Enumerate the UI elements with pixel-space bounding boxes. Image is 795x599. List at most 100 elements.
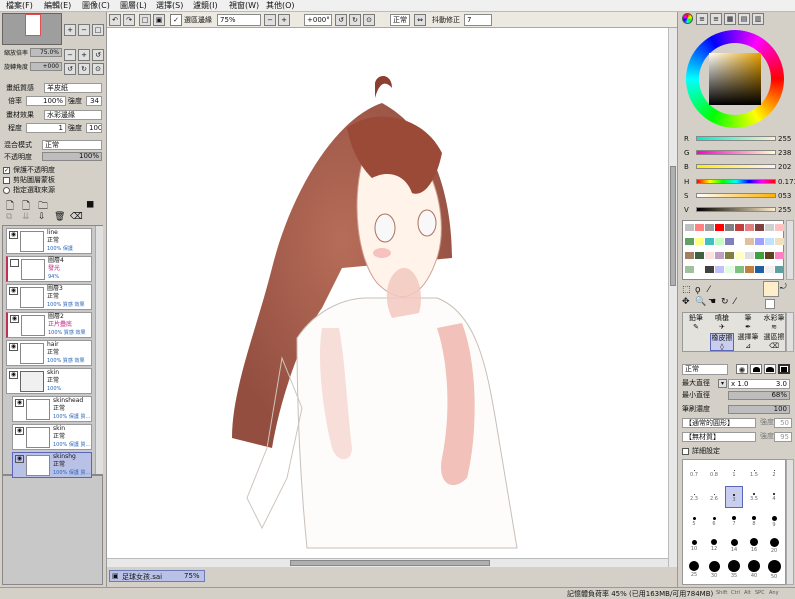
brush-shape-select[interactable]: 【通常的圓形】 bbox=[682, 418, 756, 428]
menu-others[interactable]: 其他(O) bbox=[266, 0, 295, 12]
hand-icon[interactable]: ☚ bbox=[708, 297, 716, 307]
visibility-eye-icon[interactable]: ◉ bbox=[15, 427, 24, 435]
nav-zoom-minus-icon[interactable]: − bbox=[64, 49, 76, 61]
green-slider[interactable] bbox=[696, 150, 776, 155]
color-swatch[interactable] bbox=[765, 224, 774, 231]
brush-edge-soft-icon[interactable] bbox=[736, 364, 748, 374]
brush-size-option[interactable]: 50 bbox=[765, 558, 783, 580]
brush-mode-select[interactable]: 正常 bbox=[682, 364, 728, 375]
menu-file[interactable]: 檔案(F) bbox=[6, 0, 33, 12]
visibility-eye-icon[interactable]: ◉ bbox=[9, 287, 18, 295]
select-edge-checkbox[interactable]: ✓ bbox=[170, 14, 182, 26]
color-swatch[interactable] bbox=[755, 266, 764, 273]
magic-wand-icon[interactable]: ⁄ bbox=[708, 285, 710, 295]
brush-size-option[interactable]: 40 bbox=[745, 558, 763, 580]
brush-size-option[interactable]: 3.5 bbox=[745, 486, 763, 508]
rotate-reset-icon[interactable]: ⊙ bbox=[363, 14, 375, 26]
angle-select[interactable]: +000° bbox=[304, 14, 332, 26]
merge-down-icon[interactable]: ⇊ bbox=[22, 212, 30, 222]
nav-zoom-in-icon[interactable]: + bbox=[64, 24, 76, 36]
zoom-tool-icon[interactable]: 🔍 bbox=[695, 297, 706, 307]
layer-row[interactable]: ◉ skin 正常 100% 保護 質... bbox=[12, 424, 92, 450]
color-swatch[interactable] bbox=[745, 238, 754, 245]
swatch-scrollbar[interactable] bbox=[786, 220, 794, 280]
min-size-slider[interactable]: 68% bbox=[728, 391, 790, 400]
zoom-in-icon[interactable]: + bbox=[278, 14, 290, 26]
zoom-select[interactable]: 75% bbox=[217, 14, 261, 26]
color-swatch[interactable] bbox=[775, 252, 784, 259]
brush-size-scrollbar[interactable] bbox=[786, 459, 794, 585]
texture-strength-field[interactable]: 95 bbox=[774, 432, 792, 442]
zoom-out-icon[interactable]: − bbox=[264, 14, 276, 26]
color-swatch[interactable] bbox=[775, 266, 784, 273]
color-swatch[interactable] bbox=[685, 224, 694, 231]
blue-slider[interactable] bbox=[696, 164, 776, 169]
color-swatch[interactable] bbox=[725, 238, 734, 245]
nav-zoom-slider[interactable]: 75.0% bbox=[30, 48, 62, 57]
clear-layer-icon[interactable]: ⌫ bbox=[70, 212, 83, 222]
layer-list-scrollbar[interactable] bbox=[95, 226, 103, 474]
color-swatch[interactable] bbox=[715, 224, 724, 231]
vertical-scroll-thumb[interactable] bbox=[670, 166, 676, 286]
brush-size-option[interactable]: 0.7 bbox=[685, 462, 703, 484]
effect-select[interactable]: 水彩邊緣 bbox=[44, 110, 102, 120]
secondary-color-swatch[interactable] bbox=[765, 299, 775, 309]
color-swatch[interactable] bbox=[685, 238, 694, 245]
swatch-toggle-icon[interactable]: ▥ bbox=[752, 13, 764, 25]
max-size-field[interactable]: x 1.0 3.0 bbox=[728, 379, 790, 389]
color-swatch[interactable] bbox=[695, 224, 704, 231]
tool-grid-scrollbar[interactable] bbox=[786, 312, 794, 352]
color-swatch[interactable] bbox=[745, 252, 754, 259]
brush-edge-hard-icon[interactable] bbox=[764, 364, 776, 374]
visibility-eye-icon[interactable]: ◉ bbox=[9, 371, 18, 379]
canvas-area[interactable] bbox=[107, 28, 677, 573]
layer-opacity-slider[interactable]: 100% bbox=[42, 152, 102, 161]
saturation-value-square[interactable] bbox=[709, 53, 761, 105]
brush-size-option[interactable]: 10 bbox=[685, 534, 703, 556]
color-swatch[interactable] bbox=[715, 266, 724, 273]
hsv-slider-toggle-icon[interactable]: ≡ bbox=[710, 13, 722, 25]
menu-edit[interactable]: 編輯(E) bbox=[44, 0, 71, 12]
copy-layer-icon[interactable]: ⧉ bbox=[6, 212, 12, 222]
canvas-horizontal-scrollbar[interactable] bbox=[107, 558, 668, 567]
scratchpad-toggle-icon[interactable]: ▤ bbox=[738, 13, 750, 25]
selection-source-radio[interactable] bbox=[3, 187, 10, 194]
rgb-slider-toggle-icon[interactable]: ≡ bbox=[696, 13, 708, 25]
color-swatch[interactable] bbox=[735, 252, 744, 259]
undo-icon[interactable]: ↶ bbox=[109, 14, 121, 26]
brush-size-option[interactable]: 2.6 bbox=[705, 486, 723, 508]
menu-window[interactable]: 視窗(W) bbox=[229, 0, 259, 12]
document-tab[interactable]: ▣ 足球女孩.sai 75% bbox=[109, 570, 205, 582]
nav-rotate-reset-icon[interactable]: ⊙ bbox=[92, 63, 104, 75]
transfer-down-icon[interactable]: ⇩ bbox=[38, 212, 46, 222]
brush-size-option[interactable]: 2.3 bbox=[685, 486, 703, 508]
effect-strength-field[interactable]: 100 bbox=[86, 123, 102, 133]
eyedropper-icon[interactable]: ⁄ bbox=[734, 297, 736, 307]
color-swatch[interactable] bbox=[765, 266, 774, 273]
detail-settings-checkbox[interactable] bbox=[682, 448, 689, 455]
nav-rotate-left-icon[interactable]: ↺ bbox=[64, 63, 76, 75]
color-swatch[interactable] bbox=[735, 238, 744, 245]
lasso-icon[interactable]: ϙ bbox=[695, 285, 701, 295]
color-swatch[interactable] bbox=[695, 266, 704, 273]
tool-button[interactable]: 選區擦 ⌫ bbox=[762, 333, 786, 351]
flip-icon[interactable]: ⇔ bbox=[414, 14, 426, 26]
brush-size-option[interactable]: 8 bbox=[745, 510, 763, 532]
invert-selection-icon[interactable]: ▣ bbox=[153, 14, 165, 26]
color-swatch[interactable] bbox=[775, 224, 784, 231]
nav-zoom-out-icon[interactable]: − bbox=[78, 24, 90, 36]
brush-size-option[interactable]: 1 bbox=[725, 462, 743, 484]
color-swatch[interactable] bbox=[705, 224, 714, 231]
tool-button[interactable]: 水彩筆 ≋ bbox=[762, 314, 786, 332]
layer-row[interactable]: ◉ skinshead 正常 100% 保護 質... bbox=[12, 396, 92, 422]
color-swatch[interactable] bbox=[765, 238, 774, 245]
color-swatch[interactable] bbox=[705, 252, 714, 259]
delete-layer-icon[interactable]: 🗑 bbox=[54, 212, 65, 222]
tool-button[interactable]: 橡皮擦 ◊ bbox=[710, 333, 734, 351]
menu-filter[interactable]: 濾鏡(I) bbox=[193, 0, 218, 12]
brush-size-option[interactable]: 6 bbox=[705, 510, 723, 532]
menu-layer[interactable]: 圖層(L) bbox=[120, 0, 147, 12]
visibility-eye-icon[interactable]: ◉ bbox=[15, 399, 24, 407]
color-wheel[interactable] bbox=[686, 30, 784, 128]
clip-checkbox[interactable] bbox=[3, 177, 10, 184]
